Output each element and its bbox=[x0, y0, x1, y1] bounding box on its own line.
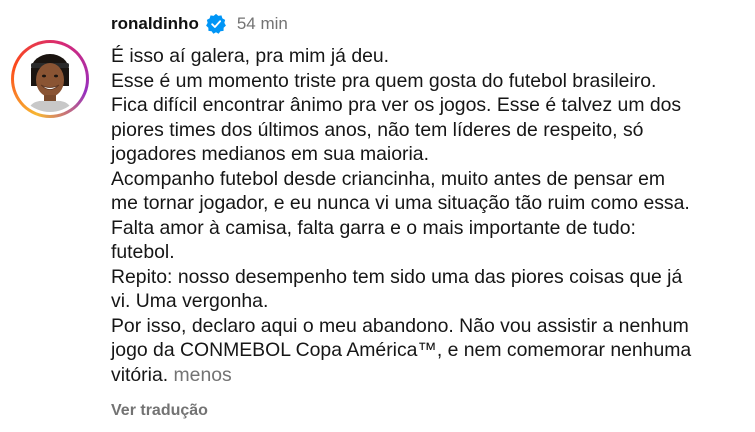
verified-badge-icon bbox=[205, 13, 227, 35]
caption-line: Falta amor à camisa, falta garra e o mai… bbox=[111, 216, 636, 239]
timestamp[interactable]: 54 min bbox=[237, 14, 288, 34]
caption-line: vi. Uma vergonha. bbox=[111, 290, 269, 312]
username-link[interactable]: ronaldinho bbox=[111, 14, 199, 34]
avatar-story-ring[interactable] bbox=[11, 40, 89, 118]
caption-last-line: vitória. menos bbox=[111, 363, 751, 388]
caption-line: Acompanho futebol desde criancinha, muit… bbox=[111, 167, 666, 190]
caption-line: me tornar jogador, e eu nunca vi uma sit… bbox=[111, 192, 690, 214]
avatar[interactable] bbox=[17, 46, 83, 112]
caption-text: É isso aí galera, pra mim já deu. Esse é… bbox=[111, 44, 751, 387]
caption-line: jogo da CONMEBOL Copa América™, e nem co… bbox=[111, 339, 692, 361]
caption-line: Esse é um momento triste pra quem gosta … bbox=[111, 69, 657, 92]
caption-line: futebol. bbox=[111, 241, 175, 263]
see-translation-link[interactable]: Ver tradução bbox=[111, 402, 208, 420]
avatar-photo bbox=[17, 46, 83, 112]
caption-line: piores times dos últimos anos, não tem l… bbox=[111, 118, 644, 141]
caption-header: ronaldinho 54 min bbox=[111, 10, 288, 38]
caption-line: É isso aí galera, pra mim já deu. bbox=[111, 45, 390, 67]
show-less-link[interactable]: menos bbox=[174, 364, 232, 386]
caption-line: jogadores medianos em sua maioria. bbox=[111, 143, 429, 165]
instagram-caption: ronaldinho 54 min É isso aí galera, pra … bbox=[0, 0, 755, 432]
caption-line: Fica difícil encontrar ânimo pra ver os … bbox=[111, 94, 682, 116]
caption-line: Por isso, declaro aqui o meu abandono. N… bbox=[111, 314, 689, 337]
avatar-ring-gap bbox=[14, 43, 86, 115]
caption-line: Repito: nosso desempenho tem sido uma da… bbox=[111, 265, 683, 288]
caption-line-text: vitória. bbox=[111, 363, 169, 386]
